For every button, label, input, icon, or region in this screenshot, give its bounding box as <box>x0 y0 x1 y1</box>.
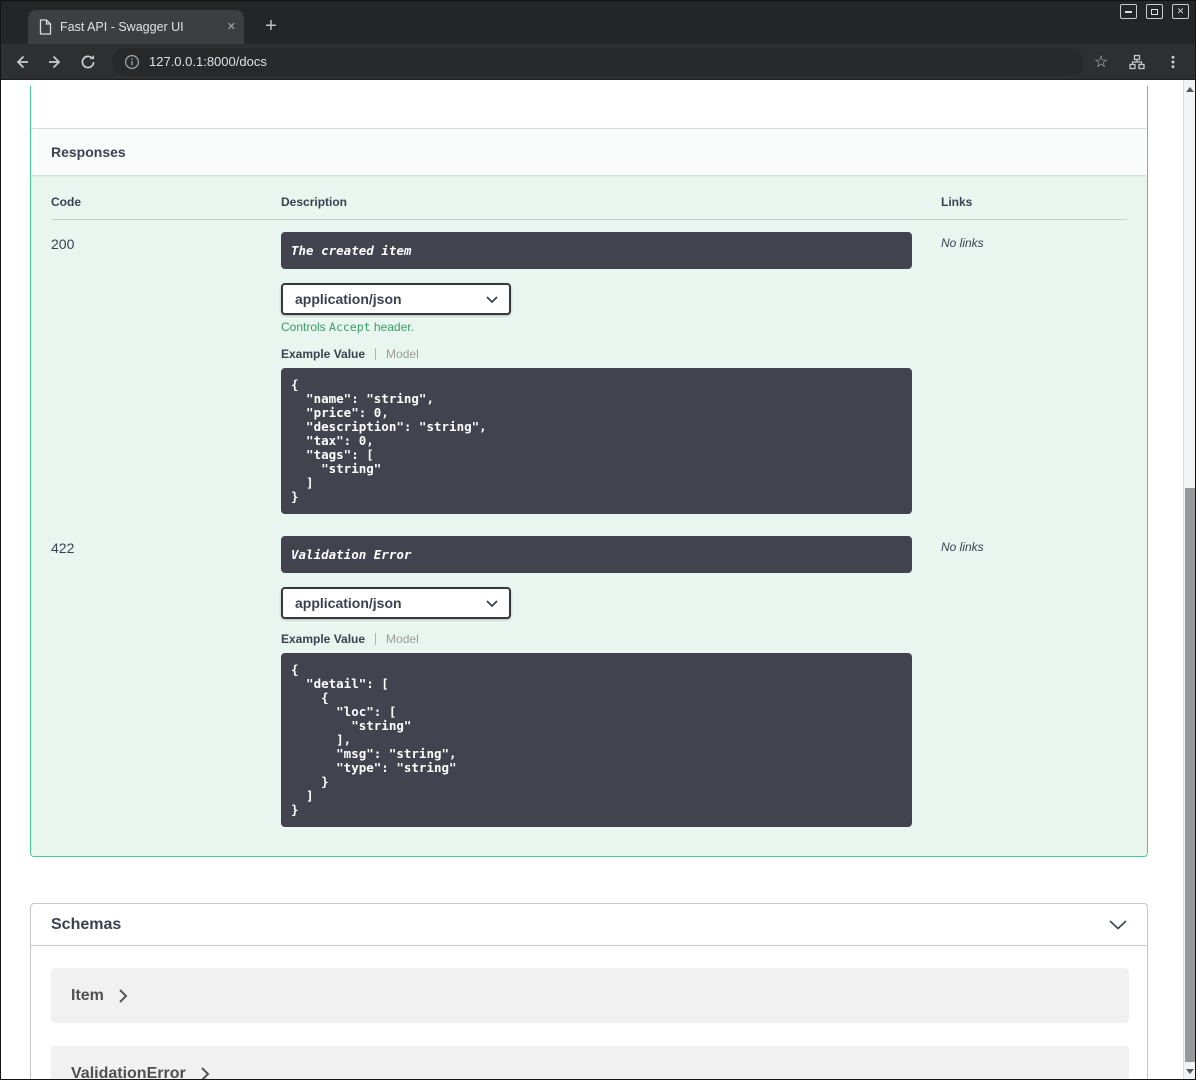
browser-titlebar: Fast API - Swagger UI ✕ + ✕ <box>0 0 1196 44</box>
response-422-links: No links <box>941 540 984 554</box>
response-200-links: No links <box>941 236 984 250</box>
schema-validationerror-row[interactable]: ValidationError <box>51 1046 1129 1080</box>
schema-name: Item <box>71 986 104 1004</box>
back-button[interactable] <box>6 46 38 78</box>
media-type-value: application/json <box>295 595 402 611</box>
opblock-post: Responses Code Description Links 200 The… <box>30 86 1148 857</box>
reload-button[interactable] <box>72 46 104 78</box>
response-422-description-cell: Validation Error application/json Exampl… <box>281 524 941 837</box>
chevron-down-icon[interactable] <box>1109 919 1127 930</box>
accept-header-note: Controls Accept header. <box>281 320 941 334</box>
extension-sitemap-icon[interactable] <box>1118 46 1156 78</box>
scroll-up-button[interactable] <box>1184 82 1196 97</box>
chevron-down-icon <box>486 599 498 607</box>
address-bar[interactable]: 127.0.0.1:8000/docs <box>112 47 1084 76</box>
window-minimize-button[interactable] <box>1120 4 1137 19</box>
response-200-example-json: { "name": "string", "price": 0, "descrip… <box>281 368 912 514</box>
window-maximize-button[interactable] <box>1146 4 1163 19</box>
window-controls: ✕ <box>1120 4 1189 19</box>
example-model-tabs-200: Example Value Model <box>281 348 941 360</box>
responses-table: Code Description Links 200 The created i… <box>31 175 1147 856</box>
chevron-down-icon <box>486 295 498 303</box>
swagger-docs-page: Responses Code Description Links 200 The… <box>0 80 1183 1080</box>
browser-toolbar: 127.0.0.1:8000/docs ☆ <box>0 44 1196 80</box>
response-422-description: Validation Error <box>281 536 912 573</box>
column-header-code: Code <box>51 189 281 220</box>
example-model-tabs-422: Example Value Model <box>281 633 941 645</box>
toolbar-actions: ☆ <box>1084 46 1190 78</box>
arrow-down-icon <box>1186 1069 1194 1074</box>
scrollbar-thumb[interactable] <box>1185 488 1195 1062</box>
response-code-200: 200 <box>51 236 75 252</box>
tab-title: Fast API - Swagger UI <box>60 20 184 34</box>
browser-menu-icon[interactable] <box>1156 46 1190 78</box>
media-type-select-200[interactable]: application/json <box>281 283 511 315</box>
page-scrollbar[interactable] <box>1183 80 1196 1080</box>
maximize-icon <box>1151 8 1158 15</box>
page-favicon-icon <box>38 19 52 35</box>
forward-button[interactable] <box>39 46 71 78</box>
response-422-example-json: { "detail": [ { "loc": [ "string" ], "ms… <box>281 653 912 827</box>
forward-arrow-icon <box>49 55 61 68</box>
response-200-description: The created item <box>281 232 912 269</box>
minimize-icon <box>1125 10 1132 13</box>
window-close-button[interactable]: ✕ <box>1172 4 1189 19</box>
new-tab-button[interactable]: + <box>258 13 284 39</box>
media-type-select-422[interactable]: application/json <box>281 587 511 619</box>
response-200-description-cell: The created item application/json Contro… <box>281 220 941 524</box>
scroll-down-button[interactable] <box>1184 1064 1196 1079</box>
example-value-tab[interactable]: Example Value <box>281 348 377 360</box>
schemas-title: Schemas <box>51 915 122 933</box>
url-text[interactable]: 127.0.0.1:8000/docs <box>149 54 267 69</box>
responses-title: Responses <box>51 144 126 160</box>
schemas-section: Schemas Item ValidationError <box>30 903 1148 1080</box>
model-tab[interactable]: Model <box>386 348 419 360</box>
chevron-right-icon <box>118 988 128 1004</box>
schema-name: ValidationError <box>71 1064 186 1080</box>
tab-close-icon[interactable]: ✕ <box>227 21 236 33</box>
schemas-list: Item ValidationError <box>31 946 1147 1080</box>
site-info-icon[interactable] <box>124 54 140 70</box>
browser-tab[interactable]: Fast API - Swagger UI ✕ <box>28 10 244 44</box>
back-arrow-icon <box>16 55 28 68</box>
reload-icon <box>81 54 95 68</box>
media-type-value: application/json <box>295 291 402 307</box>
opblock-top-section <box>31 86 1147 128</box>
example-value-tab[interactable]: Example Value <box>281 633 377 645</box>
close-icon: ✕ <box>1176 6 1185 16</box>
model-tab[interactable]: Model <box>386 633 419 645</box>
schema-item-row[interactable]: Item <box>51 968 1129 1023</box>
bookmark-star-icon[interactable]: ☆ <box>1084 46 1118 78</box>
column-header-links: Links <box>941 189 1127 220</box>
accept-note-before: Controls <box>281 320 330 334</box>
chevron-right-icon <box>200 1066 210 1080</box>
accept-note-after: header. <box>370 320 414 334</box>
schemas-header[interactable]: Schemas <box>31 904 1147 946</box>
arrow-up-icon <box>1186 87 1194 92</box>
column-header-description: Description <box>281 189 941 220</box>
response-code-422: 422 <box>51 540 75 556</box>
responses-section-header: Responses <box>31 128 1147 175</box>
accept-note-code: Accept <box>329 320 371 334</box>
